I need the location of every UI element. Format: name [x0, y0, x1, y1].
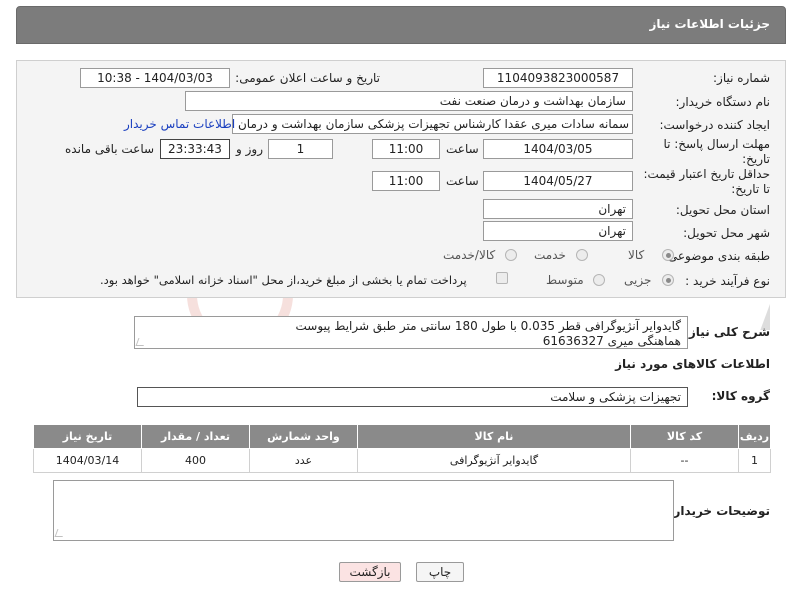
- back-button[interactable]: بازگشت: [339, 562, 401, 582]
- buyer-contact-link[interactable]: اطلاعات تماس خریدار: [124, 117, 235, 131]
- col-qty: تعداد / مقدار: [141, 424, 250, 449]
- col-date: تاریخ نیاز: [33, 424, 142, 449]
- goods-section-title: اطلاعات کالاهای مورد نیاز: [615, 357, 770, 371]
- buyer-notes-textarea: [53, 480, 674, 541]
- city-label: شهر محل تحویل:: [683, 226, 770, 240]
- days-label: روز و: [236, 142, 263, 156]
- creator-field: سمانه سادات میری عقدا کارشناس تجهیزات پز…: [232, 114, 633, 134]
- col-unit: واحد شمارش: [248, 424, 358, 449]
- print-button[interactable]: چاپ: [416, 562, 464, 582]
- buyer-org-field: سازمان بهداشت و درمان صنعت نفت: [185, 91, 633, 111]
- col-name: نام کالا: [356, 424, 632, 449]
- category-label: طبقه بندی موضوعی:: [663, 249, 770, 263]
- category-radio-service[interactable]: [576, 249, 588, 261]
- deadline-date-field: 1404/03/05: [483, 139, 633, 159]
- goods-group-label: گروه کالا:: [711, 389, 770, 403]
- announce-field: 1404/03/03 - 10:38: [80, 68, 230, 88]
- creator-label: ایجاد کننده درخواست:: [659, 118, 770, 132]
- city-field: تهران: [483, 221, 633, 241]
- remaining-time-field: 23:33:43: [160, 139, 230, 159]
- description-line-1: گایدوایر آنژیوگرافی قطر 0.035 با طول 180…: [295, 319, 681, 333]
- buyer-notes-label: توضیحات خریدار:: [668, 504, 770, 518]
- description-label: شرح کلی نیاز:: [684, 325, 770, 339]
- goods-table: ردیف کد کالا نام کالا واحد شمارش تعداد /…: [33, 424, 771, 473]
- category-option-goods-service: کالا/خدمت: [443, 248, 496, 262]
- treasury-payment-checkbox[interactable]: [496, 272, 508, 284]
- table-row: 1 -- گایدوایر آنژیوگرافی عدد 400 1404/03…: [33, 448, 771, 473]
- announce-label: تاریخ و ساعت اعلان عمومی:: [235, 71, 380, 85]
- remaining-time-label: ساعت باقی مانده: [65, 142, 155, 156]
- cell-name: گایدوایر آنژیوگرافی: [356, 448, 632, 473]
- category-option-goods: کالا: [628, 248, 645, 262]
- deadline-label-2: تاریخ:: [742, 152, 770, 166]
- description-textarea: گایدوایر آنژیوگرافی قطر 0.035 با طول 180…: [134, 316, 688, 349]
- category-radio-goods-service[interactable]: [505, 249, 517, 261]
- province-label: استان محل تحویل:: [675, 203, 770, 217]
- process-option-minor: جزیی: [624, 273, 652, 287]
- need-number-field: 1104093823000587: [483, 68, 633, 88]
- deadline-label: مهلت ارسال پاسخ: تا: [663, 137, 770, 151]
- days-field: 1: [268, 139, 333, 159]
- process-radio-minor[interactable]: [662, 274, 674, 286]
- page-header: جزئیات اطلاعات نیاز: [16, 6, 786, 44]
- page-title: جزئیات اطلاعات نیاز: [649, 17, 770, 31]
- cell-unit: عدد: [248, 448, 358, 473]
- validity-label-2: تا تاریخ:: [731, 182, 770, 196]
- deadline-time-field: 11:00: [372, 139, 440, 159]
- cell-qty: 400: [141, 448, 250, 473]
- need-number-label: شماره نیاز:: [713, 71, 770, 85]
- validity-time-label: ساعت: [446, 174, 479, 188]
- category-option-service: خدمت: [534, 248, 566, 262]
- validity-label: حداقل تاریخ اعتبار قیمت:: [643, 167, 770, 181]
- col-code: کد کالا: [630, 424, 740, 449]
- goods-group-field: تجهیزات پزشکی و سلامت: [137, 387, 688, 407]
- validity-time-field: 11:00: [372, 171, 440, 191]
- deadline-time-label: ساعت: [446, 142, 479, 156]
- cell-row: 1: [738, 448, 771, 473]
- process-option-medium: متوسط: [546, 273, 584, 287]
- col-row: ردیف: [738, 424, 771, 449]
- cell-date: 1404/03/14: [33, 448, 142, 473]
- description-line-2: هماهنگی میری 61636327: [542, 334, 681, 348]
- category-radio-goods[interactable]: [662, 249, 674, 261]
- validity-date-field: 1404/05/27: [483, 171, 633, 191]
- buyer-org-label: نام دستگاه خریدار:: [675, 95, 771, 109]
- process-radio-medium[interactable]: [593, 274, 605, 286]
- cell-code: --: [630, 448, 740, 473]
- province-field: تهران: [483, 199, 633, 219]
- treasury-payment-note: پرداخت تمام یا بخشی از مبلغ خرید،از محل …: [100, 273, 467, 287]
- process-label: نوع فرآیند خرید :: [685, 274, 770, 288]
